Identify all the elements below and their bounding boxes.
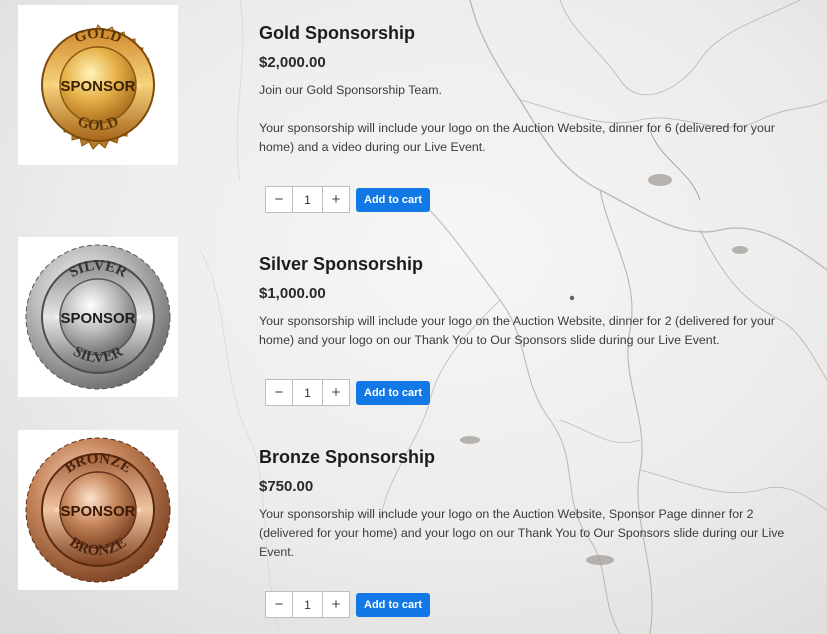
product-price: $2,000.00 bbox=[259, 54, 326, 71]
description-line: Your sponsorship will include your logo … bbox=[259, 121, 775, 154]
quantity-input[interactable] bbox=[293, 592, 322, 617]
gold-sponsor-badge: GOLD GOLD SPONSOR bbox=[18, 5, 178, 165]
product-price: $1,000.00 bbox=[259, 285, 326, 302]
cart-controls: − + Add to cart bbox=[265, 186, 431, 213]
product-price: $750.00 bbox=[259, 478, 314, 495]
cart-controls: − + Add to cart bbox=[265, 591, 431, 618]
svg-text:SPONSOR: SPONSOR bbox=[60, 310, 135, 327]
add-to-cart-button[interactable]: Add to cart bbox=[356, 592, 431, 617]
description-line: Join our Gold Sponsorship Team. bbox=[259, 83, 442, 97]
minus-icon[interactable]: − bbox=[266, 187, 293, 212]
product-title: Gold Sponsorship bbox=[259, 23, 415, 43]
description-line: Your sponsorship will include your logo … bbox=[259, 507, 785, 559]
description-line: Your sponsorship will include your logo … bbox=[259, 314, 775, 347]
minus-icon[interactable]: − bbox=[266, 592, 293, 617]
plus-icon[interactable]: + bbox=[322, 592, 349, 617]
quantity-input[interactable] bbox=[293, 380, 322, 405]
quantity-input[interactable] bbox=[293, 187, 322, 212]
bronze-sponsor-badge: BRONZE BRONZE SPONSOR bbox=[18, 430, 178, 590]
quantity-stepper: − + bbox=[265, 186, 350, 213]
product-description: Join our Gold Sponsorship Team. Your spo… bbox=[259, 81, 809, 157]
silver-sponsor-badge: SILVER SILVER SPONSOR bbox=[18, 237, 178, 397]
svg-text:SPONSOR: SPONSOR bbox=[60, 78, 135, 95]
gold-seal-icon: GOLD GOLD SPONSOR bbox=[41, 24, 155, 150]
product-title: Silver Sponsorship bbox=[259, 254, 424, 274]
product-description: Your sponsorship will include your logo … bbox=[259, 312, 809, 350]
silver-seal-icon: SILVER SILVER SPONSOR bbox=[25, 244, 171, 390]
product-title: Bronze Sponsorship bbox=[259, 447, 436, 467]
add-to-cart-button[interactable]: Add to cart bbox=[356, 380, 431, 405]
minus-icon[interactable]: − bbox=[266, 380, 293, 405]
quantity-stepper: − + bbox=[265, 379, 350, 406]
bronze-seal-icon: BRONZE BRONZE SPONSOR bbox=[25, 437, 171, 583]
add-to-cart-button[interactable]: Add to cart bbox=[356, 187, 431, 212]
quantity-stepper: − + bbox=[265, 591, 350, 618]
cart-controls: − + Add to cart bbox=[265, 379, 431, 406]
plus-icon[interactable]: + bbox=[322, 380, 349, 405]
product-description: Your sponsorship will include your logo … bbox=[259, 505, 809, 562]
svg-text:SPONSOR: SPONSOR bbox=[60, 503, 135, 520]
plus-icon[interactable]: + bbox=[322, 187, 349, 212]
